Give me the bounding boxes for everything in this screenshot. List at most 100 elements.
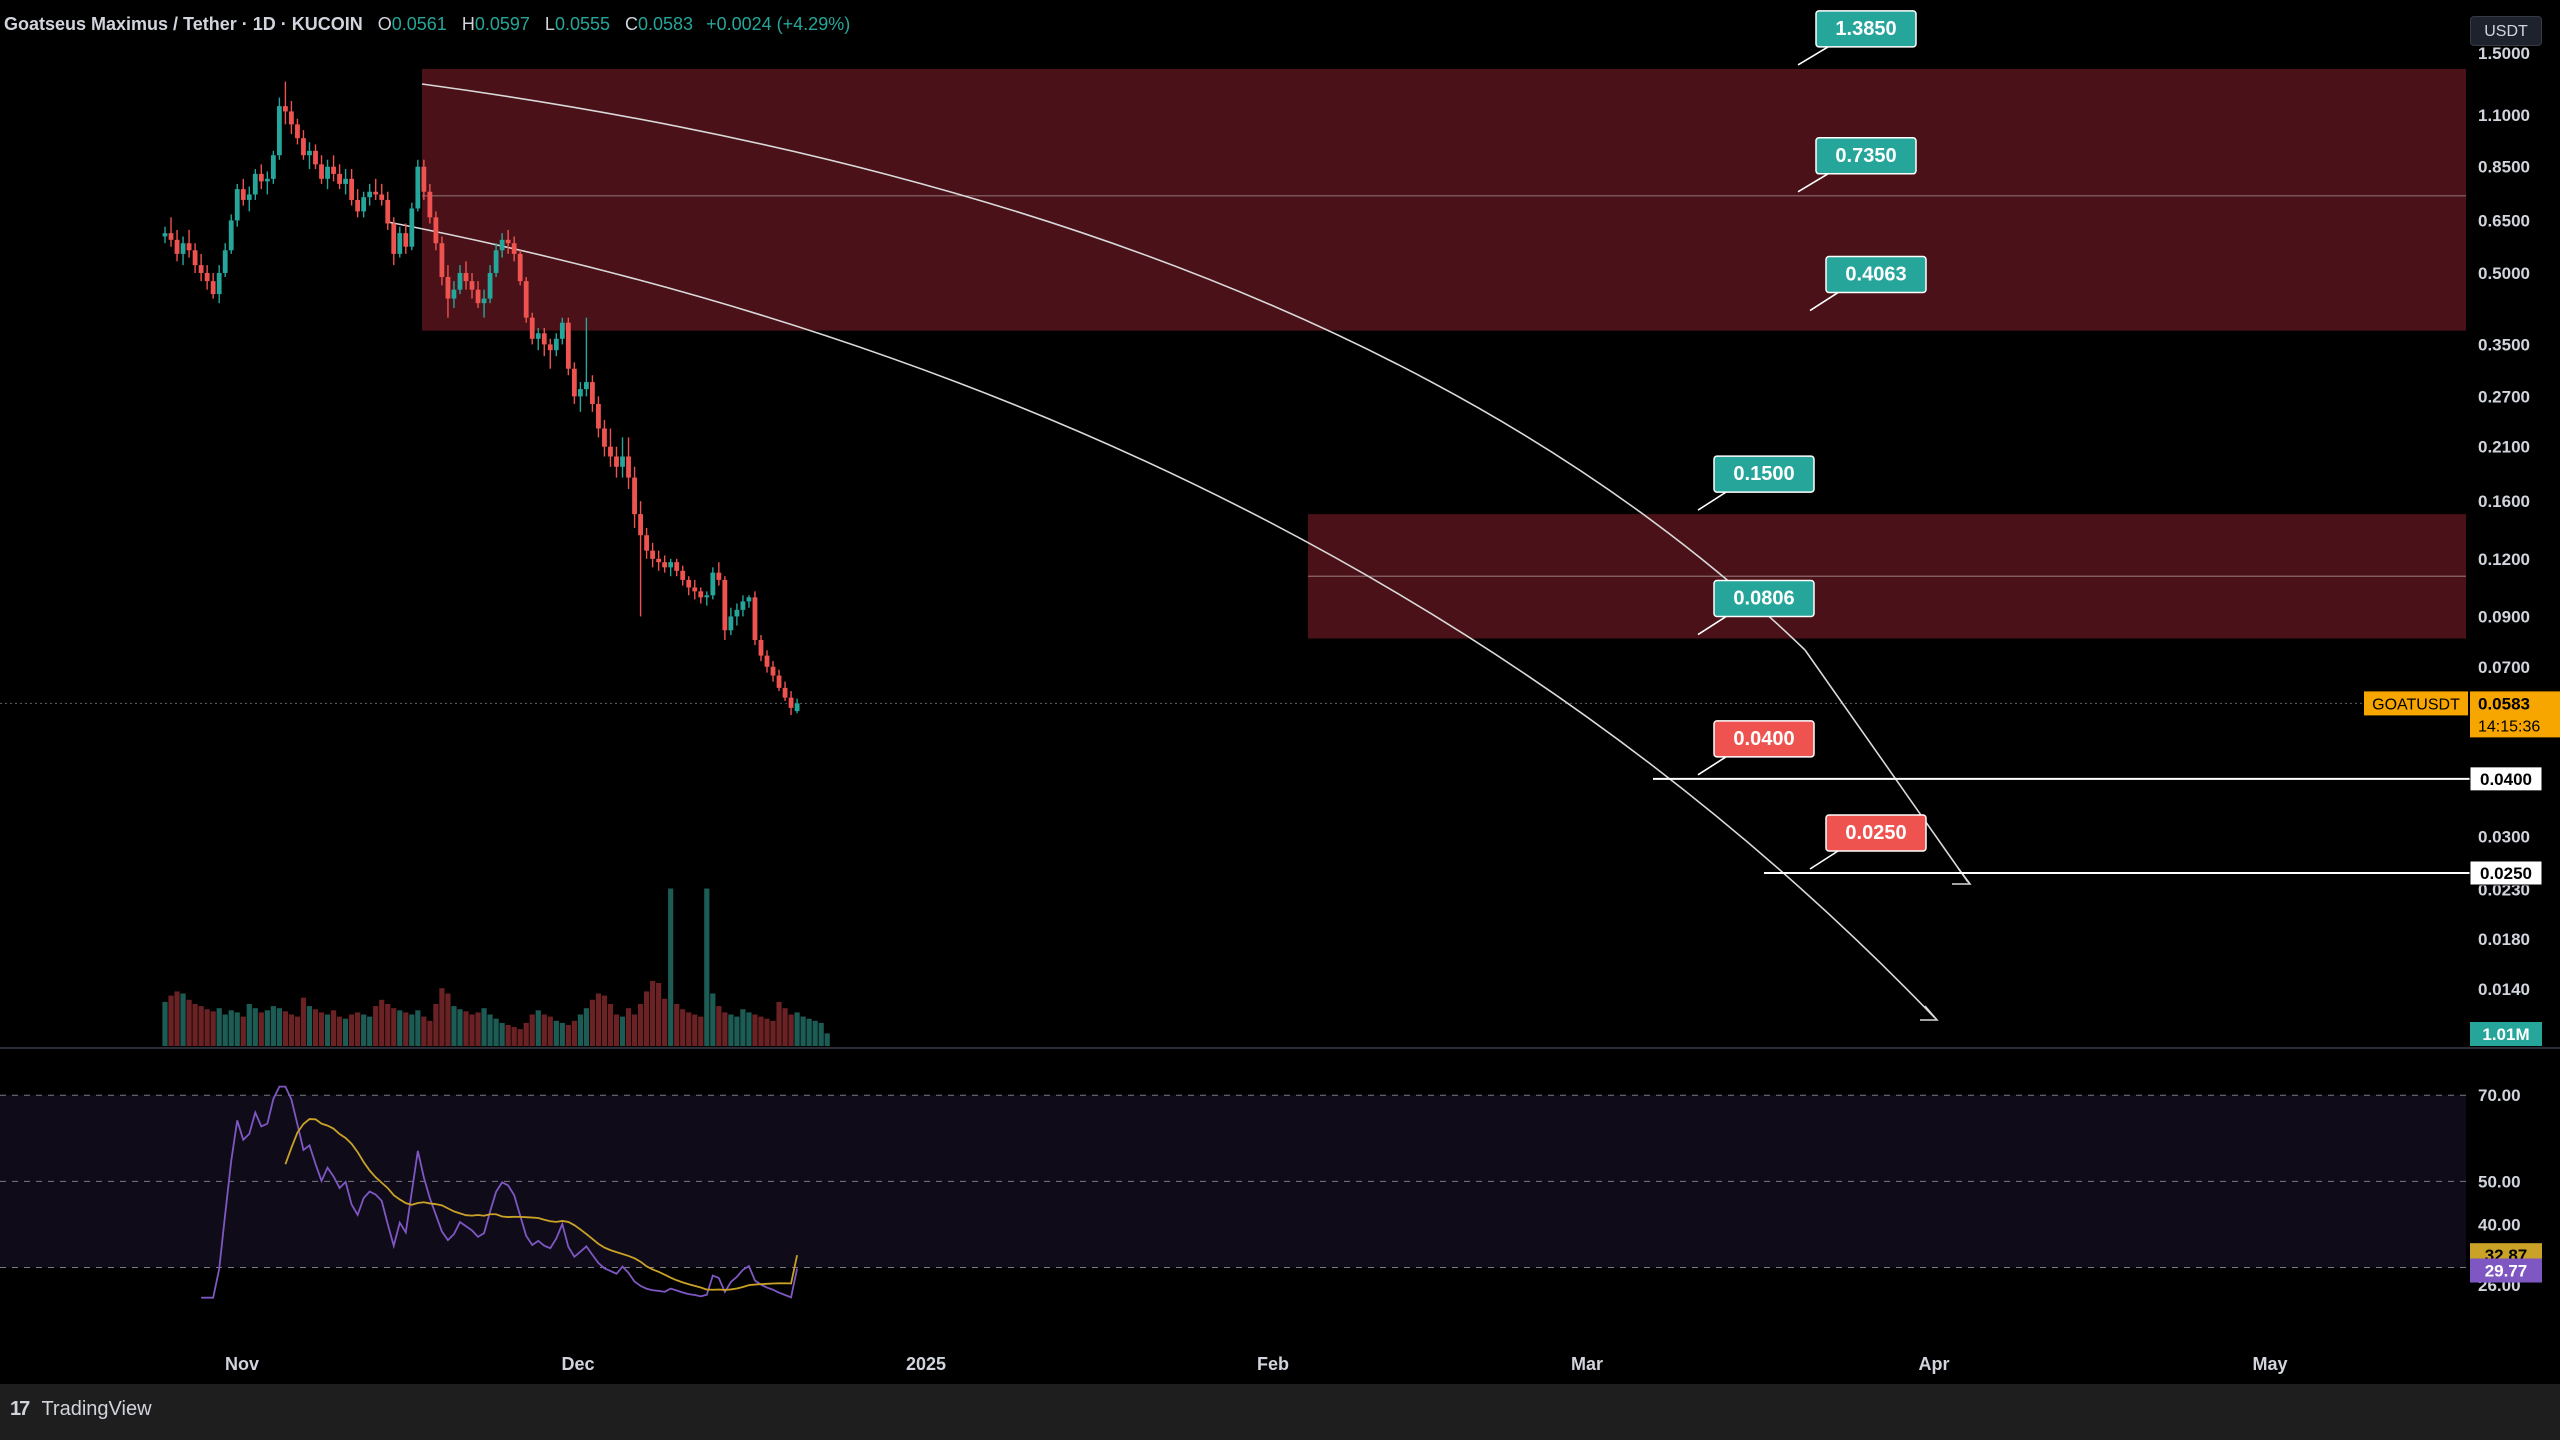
volume-bar: [704, 888, 710, 1046]
candle-body: [511, 243, 517, 254]
volume-bar: [427, 1020, 433, 1046]
candle-body: [553, 338, 559, 351]
price-tick-label: 0.3500: [2478, 335, 2530, 354]
candle-body: [234, 189, 240, 221]
level-callout-label: 0.4063: [1845, 264, 1906, 286]
volume-bar: [228, 1010, 234, 1046]
tradingview-brand[interactable]: 17 TradingView: [10, 1398, 152, 1421]
volume-bar: [439, 988, 445, 1046]
volume-tag-value: 1.01M: [2482, 1025, 2529, 1044]
candle-body: [565, 322, 571, 369]
volume-bar: [698, 1016, 704, 1046]
symbol-tag-label: GOATUSDT: [2372, 696, 2460, 713]
candle-body: [505, 239, 511, 244]
volume-bar: [595, 993, 602, 1046]
candle-body: [258, 173, 264, 182]
volume-bar: [668, 888, 674, 1046]
candle-body: [337, 173, 342, 184]
candle-body: [421, 166, 427, 192]
volume-bar: [680, 1009, 686, 1046]
open-label: O: [377, 14, 392, 34]
open-value: 0.0561: [391, 14, 447, 34]
candle-body: [758, 640, 764, 656]
rsi-tag-value: 29.77: [2485, 1262, 2528, 1281]
volume-bar: [294, 1016, 301, 1046]
candle-body: [674, 562, 680, 571]
price-tick-label: 0.2700: [2478, 387, 2530, 406]
chart-root[interactable]: 1.3850 0.7350 0.4063 0.1500 0.0806 0.0400 0.02…: [0, 0, 2560, 1440]
candle-body: [276, 106, 282, 156]
candle-body: [475, 289, 481, 304]
candle-body: [295, 124, 300, 139]
volume-bar: [451, 1006, 457, 1046]
candle-body: [770, 666, 776, 676]
candle-body: [301, 138, 306, 156]
candle-body: [379, 194, 385, 200]
candle-body: [710, 572, 716, 596]
price-tick-label: 0.0300: [2478, 827, 2530, 846]
volume-bar: [794, 1012, 800, 1046]
currency-button[interactable]: USDT: [2470, 16, 2542, 46]
close-value: 0.0583: [638, 14, 694, 34]
volume-bar: [421, 1016, 427, 1046]
candle-body: [746, 597, 752, 602]
x-axis-tick-label: Nov: [225, 1354, 259, 1374]
volume-layer: [162, 888, 830, 1046]
x-axis-tick-label: Dec: [561, 1354, 594, 1374]
candle-body: [289, 111, 294, 125]
projection-arrow-head: [1952, 867, 1972, 885]
candle-body: [204, 272, 210, 282]
volume-bar: [234, 1012, 240, 1046]
candle-body: [415, 166, 421, 209]
candle-body: [692, 587, 698, 592]
candle-body: [427, 191, 433, 218]
volume-bar: [746, 1012, 752, 1046]
volume-bar: [361, 1014, 367, 1046]
candle-body: [240, 189, 246, 200]
volume-bar: [481, 1008, 487, 1046]
rsi-tick-label: 40.00: [2478, 1215, 2521, 1234]
volume-bar: [529, 1014, 535, 1046]
volume-bar: [336, 1016, 343, 1046]
volume-bar: [770, 1020, 776, 1046]
callout-pointer: [1797, 46, 1829, 66]
candle-body: [529, 317, 535, 339]
volume-bar: [487, 1014, 493, 1046]
candle-body: [469, 281, 475, 290]
volume-bar: [198, 1006, 204, 1046]
volume-bar: [758, 1016, 764, 1046]
volume-bar: [710, 993, 716, 1046]
candle-body: [349, 178, 355, 200]
channel-arrow-head: [1920, 1005, 1939, 1021]
volume-bar: [457, 1009, 463, 1046]
price-tick-label: 0.1600: [2478, 492, 2530, 511]
volume-bar: [650, 980, 656, 1046]
volume-bar: [806, 1018, 812, 1046]
candle-body: [638, 514, 643, 536]
x-axis-tick-label: Mar: [1571, 1354, 1603, 1374]
volume-bar: [511, 1027, 517, 1046]
candle-body: [662, 562, 668, 568]
chart-svg[interactable]: 1.3850 0.7350 0.4063 0.1500 0.0806 0.0400 0.02…: [0, 0, 2560, 1384]
volume-bar: [469, 1014, 475, 1046]
volume-bar: [619, 1016, 626, 1046]
volume-bar: [168, 995, 174, 1046]
volume-bar: [752, 1014, 758, 1046]
volume-bar: [559, 1022, 565, 1046]
volume-bar: [445, 993, 451, 1046]
candle-body: [403, 233, 409, 247]
candle-body: [728, 616, 734, 631]
volume-bar: [499, 1022, 505, 1046]
volume-bar: [180, 993, 186, 1046]
volume-bar: [210, 1011, 216, 1046]
zone-layer: [422, 68, 2466, 639]
volume-bar: [252, 1008, 258, 1046]
candle-body: [313, 150, 318, 165]
candle-body: [632, 477, 637, 515]
candle-body: [192, 250, 198, 266]
volume-bar: [258, 1012, 264, 1046]
volume-bar: [306, 1006, 313, 1046]
candle-body: [361, 197, 367, 212]
volume-bar: [674, 1004, 680, 1046]
candle-body: [704, 595, 710, 598]
